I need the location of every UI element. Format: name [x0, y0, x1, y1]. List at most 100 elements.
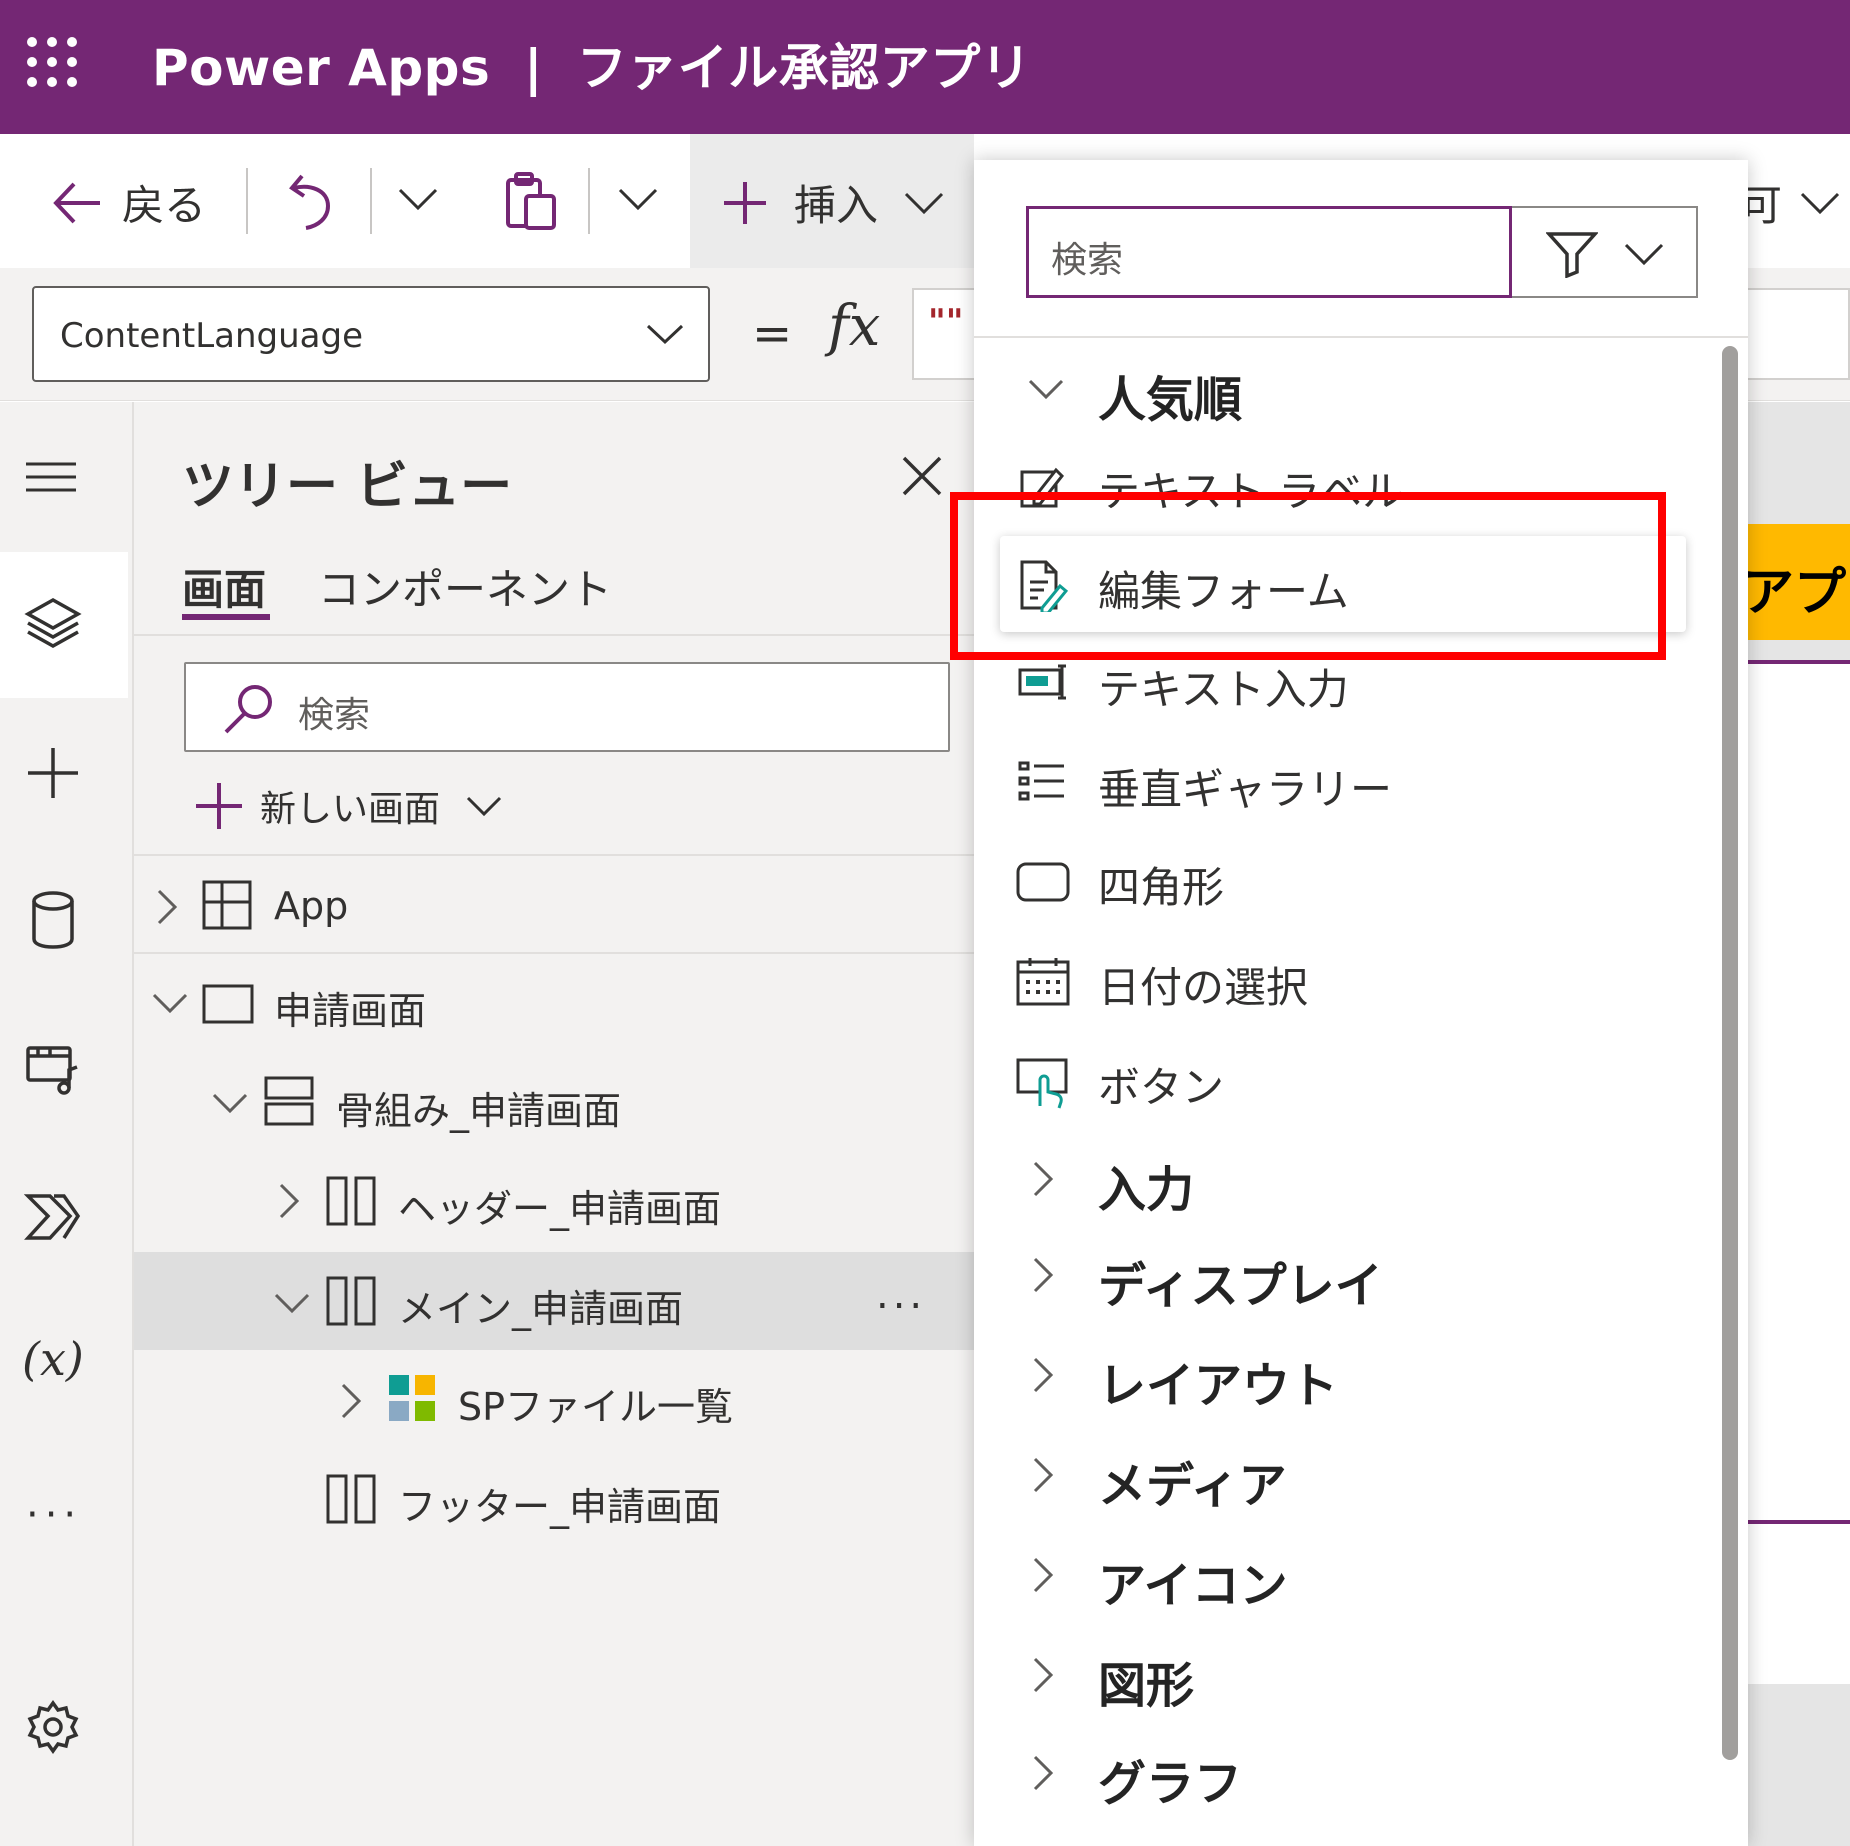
category-icons[interactable]: アイコン: [1098, 1546, 1288, 1616]
data-cylinder-icon[interactable]: [28, 890, 78, 950]
insert-filter-dropdown[interactable]: [1512, 206, 1698, 298]
property-value: ContentLanguage: [60, 316, 364, 356]
button-icon: [1016, 1056, 1070, 1110]
media-icon[interactable]: [24, 1040, 82, 1098]
chevron-down-icon: [466, 795, 502, 817]
app-launcher-icon[interactable]: [24, 34, 80, 90]
paste-icon[interactable]: [504, 170, 558, 232]
more-options-icon[interactable]: ...: [876, 1272, 926, 1318]
category-input[interactable]: 入力: [1098, 1150, 1194, 1220]
tree-node-app[interactable]: App: [274, 884, 348, 928]
tree-node-header-container[interactable]: ヘッダー_申請画面: [398, 1178, 721, 1233]
app-title: Power Apps | ファイル承認アプリ: [152, 28, 1031, 100]
chevron-down-icon: [646, 322, 684, 346]
tree-search-placeholder: 検索: [298, 695, 371, 736]
insert-button-content[interactable]: 挿入: [720, 172, 944, 233]
tree-node-gallery[interactable]: SPファイル一覧: [458, 1376, 733, 1431]
expand-chevron-right-icon[interactable]: [1032, 1656, 1054, 1694]
category-charts[interactable]: グラフ: [1098, 1744, 1242, 1814]
product-name: Power Apps: [152, 39, 491, 97]
expand-chevron-right-icon[interactable]: [340, 1382, 362, 1420]
expand-chevron-right-icon[interactable]: [1032, 1556, 1054, 1594]
tab-screens[interactable]: 画面: [182, 556, 266, 617]
horizontal-container-icon: [326, 1276, 376, 1326]
canvas-banner-title: アプリ: [1742, 563, 1850, 623]
equals-sign: =: [752, 306, 793, 362]
canvas-accent-line: [1746, 660, 1850, 664]
vertical-gallery-icon: [1018, 760, 1066, 802]
insert-label: 挿入: [794, 181, 879, 230]
power-automate-icon[interactable]: [24, 1190, 82, 1244]
expand-chevron-right-icon[interactable]: [156, 888, 178, 926]
horizontal-container-icon: [326, 1474, 376, 1524]
category-media[interactable]: メディア: [1098, 1446, 1287, 1516]
collapse-chevron-down-icon[interactable]: [1028, 378, 1064, 400]
fx-icon[interactable]: fx: [828, 294, 880, 359]
settings-gear-icon[interactable]: [26, 1700, 80, 1754]
more-icon[interactable]: ···: [26, 1492, 82, 1538]
insert-search-input[interactable]: 検索: [1026, 206, 1512, 298]
new-screen-button[interactable]: 新しい画面: [194, 780, 502, 832]
divider: [588, 168, 590, 234]
undo-dropdown-chevron-icon[interactable]: [398, 186, 438, 212]
undo-button[interactable]: [286, 172, 340, 230]
expand-chevron-right-icon[interactable]: [1032, 1456, 1054, 1494]
insert-panel-scrollbar[interactable]: [1722, 346, 1738, 1760]
tree-view-title: ツリー ビュー: [182, 457, 513, 517]
expand-chevron-down-icon[interactable]: [152, 992, 188, 1014]
divider: [134, 952, 974, 954]
expand-chevron-right-icon[interactable]: [1032, 1160, 1054, 1198]
title-separator: |: [524, 39, 543, 97]
variables-icon[interactable]: (x): [22, 1332, 84, 1386]
insert-item-vertical-gallery[interactable]: 垂直ギャラリー: [1098, 756, 1392, 817]
insert-plus-icon[interactable]: [24, 744, 82, 802]
tree-node-footer-container[interactable]: フッター_申請画面: [398, 1476, 721, 1531]
insert-item-button[interactable]: ボタン: [1098, 1054, 1224, 1115]
app-name: ファイル承認アプリ: [576, 39, 1032, 97]
expand-chevron-right-icon[interactable]: [278, 1182, 300, 1220]
screen-icon: [202, 984, 254, 1024]
arrow-left-icon: [50, 176, 104, 230]
category-shapes[interactable]: 図形: [1098, 1646, 1194, 1716]
insert-search-placeholder: 検索: [1051, 240, 1124, 281]
hamburger-menu-icon[interactable]: [24, 452, 78, 502]
expand-chevron-down-icon[interactable]: [212, 1092, 248, 1114]
insert-item-text-input[interactable]: テキスト入力: [1098, 656, 1349, 717]
tree-node-screen[interactable]: 申請画面: [274, 980, 426, 1035]
back-button[interactable]: 戻る: [50, 172, 206, 233]
tree-node-main-container[interactable]: メイン_申請画面: [398, 1278, 683, 1333]
expand-chevron-right-icon[interactable]: [1032, 1256, 1054, 1294]
category-layout[interactable]: レイアウト: [1098, 1346, 1338, 1416]
insert-item-rectangle[interactable]: 四角形: [1098, 854, 1224, 915]
paste-dropdown-chevron-icon[interactable]: [618, 186, 658, 212]
search-icon: [222, 682, 276, 736]
category-display[interactable]: ディスプレイ: [1098, 1246, 1383, 1316]
filter-icon: [1546, 230, 1598, 278]
tree-node-skeleton[interactable]: 骨組み_申請画面: [336, 1080, 621, 1135]
divider: [370, 168, 372, 234]
tree-search-input[interactable]: 検索: [184, 662, 950, 752]
gallery-icon: [388, 1374, 436, 1422]
expand-chevron-right-icon[interactable]: [1032, 1356, 1054, 1394]
popular-header[interactable]: 人気順: [1098, 360, 1242, 430]
canvas-accent-line: [1746, 1520, 1850, 1524]
close-icon[interactable]: [900, 454, 944, 498]
insert-dropdown-panel: [974, 160, 1748, 1846]
divider: [974, 336, 1748, 338]
canvas-screen[interactable]: [1746, 664, 1850, 1684]
expand-chevron-right-icon[interactable]: [1032, 1754, 1054, 1792]
tree-view-layers-icon[interactable]: [24, 594, 82, 652]
formula-text: "": [928, 302, 964, 342]
expand-chevron-down-icon[interactable]: [274, 1292, 310, 1314]
horizontal-container-icon: [326, 1176, 376, 1226]
active-tab-underline: [182, 614, 270, 620]
new-screen-label: 新しい画面: [260, 789, 441, 830]
partial-command[interactable]: 可: [1740, 172, 1840, 233]
tab-components[interactable]: コンポーネント: [318, 556, 612, 617]
app-icon: [202, 880, 252, 930]
rectangle-icon: [1016, 862, 1070, 902]
plus-icon: [194, 781, 244, 831]
property-dropdown[interactable]: ContentLanguage: [32, 286, 710, 382]
chevron-down-icon: [1800, 190, 1840, 216]
insert-item-date-picker[interactable]: 日付の選択: [1098, 954, 1308, 1015]
